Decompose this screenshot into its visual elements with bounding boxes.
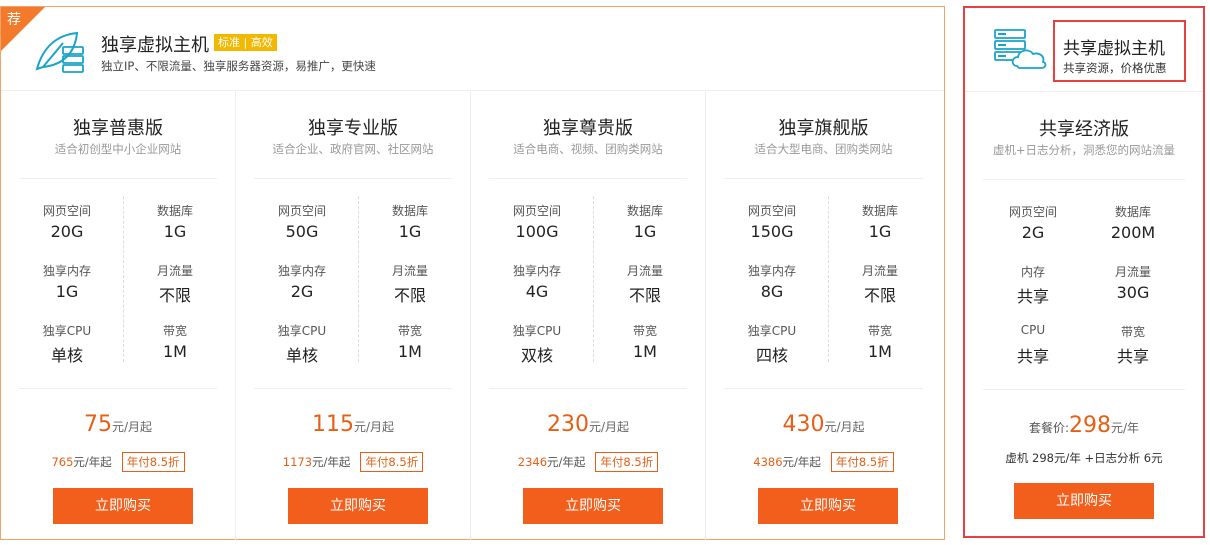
divider [724,178,923,179]
plan-name: 独享旗舰版 [778,118,869,139]
shared-hosting-subtitle: 共享资源，价格优惠 [1063,61,1167,75]
spec-item: 独享CPU 四核 [747,324,797,365]
spec-grid: 网页空间 2G 数据库 200M 内存 共享 月流量 30G CPU 共享 带宽 共享 [965,203,1203,383]
shared-hosting-header: 共享虚拟主机 共享资源，价格优惠 [965,8,1203,92]
spec-item: 带宽 1M [867,324,892,361]
plan-desc: 适合企业、政府官网、社区网站 [272,142,434,156]
buy-now-button[interactable]: 立即购买 [523,488,663,524]
spec-item: 独享CPU 单核 [42,324,92,365]
spec-item: 独享内存 8G [747,264,796,301]
spec-item: 网页空间 100G [512,204,561,241]
shared-hosting-title: 共享虚拟主机 [1063,39,1165,59]
spec-item: 带宽 1M [632,324,657,361]
shared-hosting-panel: 共享虚拟主机 共享资源，价格优惠 共享经济版 虚机+日志分析，洞悉您的网站流量 … [963,6,1205,538]
spec-item: 数据库 1G [156,204,193,241]
plan-columns: 独享普惠版 适合初创型中小企业网站 网页空间 20G 数据库 1G 独享内存 1G 月… [1,92,944,540]
plan-desc: 适合电商、视频、团购类网站 [513,142,663,156]
spec-item: 网页空间 20G [42,204,91,241]
divider [19,388,217,389]
buy-now-button[interactable]: 立即购买 [288,488,428,524]
spec-item: 独享CPU 双核 [512,324,562,365]
yearly-price: 765元/年起 年付8.5折 [1,452,235,472]
monthly-price: 115元/月起 [311,412,395,437]
plan-name: 独享普惠版 [73,118,163,139]
spec-grid: 网页空间 150G 数据库 1G 独享内存 8G 月流量 不限 独享CPU 四核 带宽 1M [706,202,941,382]
package-price: 套餐价:298元/年 [1028,413,1140,438]
discount-badge: 年付8.5折 [360,452,424,472]
discount-badge: 年付8.5折 [830,452,894,472]
divider [254,178,452,179]
divider [19,178,217,179]
pricing-page: 荐 独享虚拟主机 标准 | 高效 独立IP、不限流量、独享服务器资源，易推广，更… [0,0,1210,545]
buy-now-button[interactable]: 立即购买 [758,488,898,524]
monthly-price: 430元/月起 [782,412,865,437]
divider [254,388,452,389]
spec-grid: 网页空间 50G 数据库 1G 独享内存 2G 月流量 不限 独享CPU 单核 带宽 1M [236,202,470,382]
discount-badge: 年付8.5折 [595,452,659,472]
shared-hosting-title-highlight: 共享虚拟主机 共享资源，价格优惠 [1053,20,1186,82]
yearly-price: 1173元/年起 年付8.5折 [236,452,470,472]
server-leaf-icon [35,31,84,73]
spec-item: 网页空间 2G [1008,205,1057,242]
plan-desc: 虚机+日志分析，洞悉您的网站流量 [992,143,1176,157]
spec-item: 数据库 200M [1110,205,1156,242]
spec-item: 月流量 不限 [156,264,193,305]
spec-item: 月流量 30G [1114,265,1151,302]
exclusive-hosting-panel: 荐 独享虚拟主机 标准 | 高效 独立IP、不限流量、独享服务器资源，易推广，更… [0,6,945,540]
plan-desc: 适合大型电商、团购类网站 [754,142,893,156]
discount-badge: 年付8.5折 [121,452,185,472]
plan-desc: 适合初创型中小企业网站 [54,142,182,156]
plan-card: 独享专业版 适合企业、政府官网、社区网站 网页空间 50G 数据库 1G 独享内存 2… [236,92,471,540]
exclusive-hosting-subtitle: 独立IP、不限流量、独享服务器资源，易推广，更快速 [101,59,376,73]
spec-item: CPU 共享 [1016,323,1049,366]
divider [983,179,1185,180]
spec-item: 独享内存 4G [512,264,561,301]
exclusive-hosting-title: 独享虚拟主机 [101,35,209,56]
yearly-price: 2346元/年起 年付8.5折 [471,452,705,472]
spec-item: 月流量 不限 [626,264,663,305]
monthly-price: 75元/月起 [83,412,153,437]
spec-item: 数据库 1G [391,204,428,241]
spec-item: 月流量 不限 [861,264,898,305]
spec-item: 数据库 1G [861,204,898,241]
divider [983,389,1185,390]
plan-card: 共享经济版 虚机+日志分析，洞悉您的网站流量 网页空间 2G 数据库 200M 内存… [965,93,1203,538]
spec-item: 网页空间 50G [277,204,326,241]
spec-item: 带宽 共享 [1116,325,1149,366]
spec-grid: 网页空间 20G 数据库 1G 独享内存 1G 月流量 不限 独享CPU 单核 带宽 1M [1,202,235,382]
exclusive-hosting-header: 独享虚拟主机 标准 | 高效 独立IP、不限流量、独享服务器资源，易推广，更快速 [1,7,944,91]
spec-item: 带宽 1M [162,324,187,361]
server-cloud-icon [994,29,1047,69]
plan-card: 独享尊贵版 适合电商、视频、团购类网站 网页空间 100G 数据库 1G 独享内存 4… [471,92,706,540]
monthly-price: 230元/月起 [546,412,630,437]
spec-item: 独享内存 2G [277,264,326,301]
plan-name: 独享专业版 [308,118,398,139]
plan-name: 共享经济版 [1039,119,1129,140]
spec-item: 数据库 1G [626,204,663,241]
divider [489,178,687,179]
spec-item: 带宽 1M [397,324,422,361]
buy-now-button[interactable]: 立即购买 [53,488,193,524]
plan-card: 独享普惠版 适合初创型中小企业网站 网页空间 20G 数据库 1G 独享内存 1G 月… [1,92,236,540]
divider [724,388,923,389]
package-detail: 虚机 298元/年 +日志分析 6元 [1005,451,1163,465]
exclusive-hosting-tags: 标准 | 高效 [214,34,277,51]
spec-item: 内存 共享 [1016,265,1049,306]
spec-grid: 网页空间 100G 数据库 1G 独享内存 4G 月流量 不限 独享CPU 双核 带宽 1M [471,202,705,382]
spec-item: 网页空间 150G [747,204,796,241]
plan-card: 独享旗舰版 适合大型电商、团购类网站 网页空间 150G 数据库 1G 独享内存 8G… [706,92,941,540]
spec-item: 独享内存 1G [42,264,91,301]
spec-item: 独享CPU 单核 [277,324,327,365]
spec-item: 月流量 不限 [391,264,428,305]
plan-name: 独享尊贵版 [543,118,633,139]
buy-now-button[interactable]: 立即购买 [1014,483,1154,519]
divider [489,388,687,389]
yearly-price: 4386元/年起 年付8.5折 [706,452,941,472]
